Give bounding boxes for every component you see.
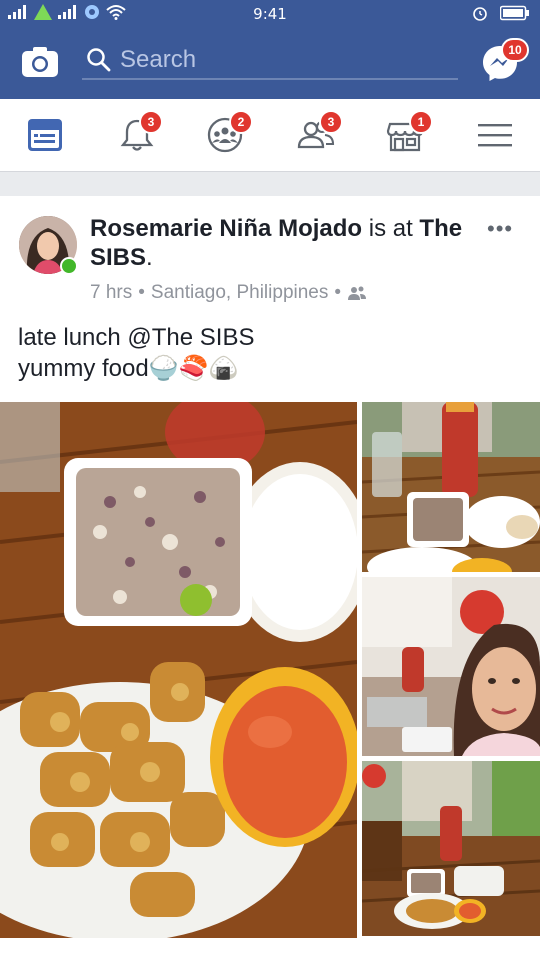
online-status-dot xyxy=(60,257,78,275)
food-platter-photo[interactable] xyxy=(0,402,357,938)
news-feed-icon xyxy=(28,119,62,151)
groups-badge: 2 xyxy=(229,110,253,134)
status-time: 9:41 xyxy=(253,5,287,23)
alarm-icon xyxy=(473,7,487,21)
camera-icon[interactable] xyxy=(21,46,59,78)
nav-item-menu[interactable] xyxy=(471,111,519,159)
hamburger-icon xyxy=(478,124,512,147)
notifications-badge: 3 xyxy=(139,110,163,134)
more-options-icon[interactable]: ••• xyxy=(487,216,513,242)
mention-link[interactable]: @The SIBS xyxy=(127,324,254,351)
meta-separator: • xyxy=(138,282,145,303)
post-meta: 7 hrs • Santiago, Philippines • xyxy=(90,282,367,304)
friend-requests-badge: 3 xyxy=(319,110,343,134)
marketplace-badge: 1 xyxy=(409,110,433,134)
friends-privacy-icon[interactable] xyxy=(347,285,367,301)
battery-icon xyxy=(500,5,529,21)
feed-divider xyxy=(0,172,540,196)
nav-item-marketplace[interactable]: 1 xyxy=(381,110,433,159)
caption-line-1: late lunch @The SIBS xyxy=(18,322,254,353)
search-icon xyxy=(87,48,111,72)
post-location[interactable]: Santiago, Philippines xyxy=(151,282,328,304)
feed-post: Rosemarie Niña Mojado is at The SIBS. ••… xyxy=(0,196,540,960)
caption-line-2: yummy food🍚🍣🍙 xyxy=(18,355,239,382)
meta-separator: • xyxy=(334,282,342,303)
top-bar: 10 xyxy=(0,28,540,99)
messenger-badge: 10 xyxy=(501,38,529,62)
nav-item-friend-requests[interactable]: 3 xyxy=(291,110,343,159)
nav-item-groups[interactable]: 2 xyxy=(201,110,253,159)
status-bar: 9:41 xyxy=(0,0,540,28)
selfie-photo[interactable] xyxy=(362,577,540,756)
search-input[interactable] xyxy=(112,45,442,75)
post-header: Rosemarie Niña Mojado is at The SIBS. xyxy=(90,214,470,272)
restaurant-table-photo[interactable] xyxy=(362,761,540,936)
nav-bar: 3 2 3 1 xyxy=(0,99,540,172)
search-bar[interactable] xyxy=(82,42,458,80)
author-name[interactable]: Rosemarie Niña Mojado xyxy=(90,215,362,242)
status-right-icons xyxy=(472,5,530,21)
place-suffix: . xyxy=(146,244,153,271)
caption-text: late lunch xyxy=(18,324,128,351)
nav-item-notifications[interactable]: 3 xyxy=(113,110,163,159)
is-at-text: is at xyxy=(368,215,413,242)
nav-item-news-feed[interactable] xyxy=(21,111,69,159)
table-overview-photo[interactable] xyxy=(362,402,540,572)
post-caption: late lunch @The SIBS yummy food🍚🍣🍙 xyxy=(18,322,254,384)
messenger-button[interactable]: 10 xyxy=(481,38,529,82)
post-time[interactable]: 7 hrs xyxy=(90,282,132,304)
